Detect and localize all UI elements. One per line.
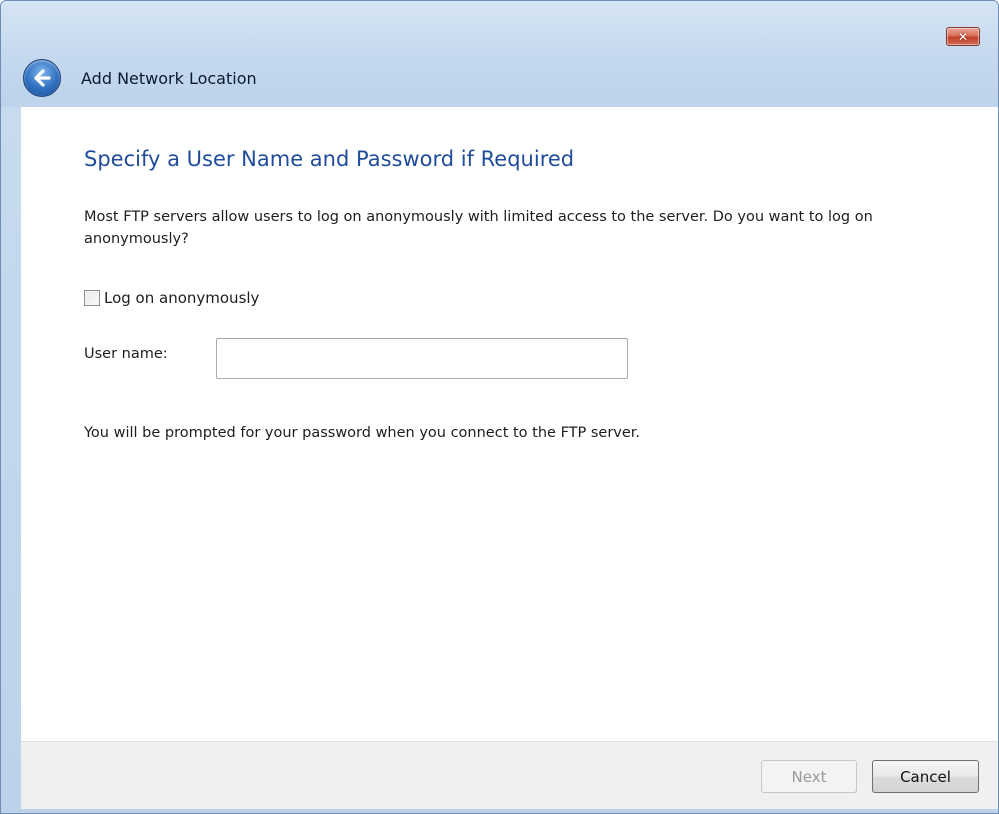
anonymous-checkbox-label[interactable]: Log on anonymously [104, 289, 259, 307]
dialog-window: ✕ Add Network Location Specify a User Na… [0, 0, 999, 814]
anonymous-checkbox-row[interactable]: Log on anonymously [84, 288, 259, 308]
username-label: User name: [84, 346, 168, 362]
wizard-content: Specify a User Name and Password if Requ… [21, 107, 998, 741]
window-title: Add Network Location [81, 69, 257, 88]
title-bar: ✕ Add Network Location [1, 1, 998, 107]
back-button[interactable] [23, 59, 61, 97]
password-note: You will be prompted for your password w… [84, 425, 641, 441]
description-text: Most FTP servers allow users to log on a… [84, 209, 873, 247]
username-input[interactable] [216, 338, 628, 379]
next-button[interactable]: Next [761, 760, 857, 793]
anonymous-checkbox[interactable] [84, 290, 100, 306]
button-bar: Next Cancel [21, 741, 998, 809]
back-arrow-icon [34, 69, 51, 87]
page-heading: Specify a User Name and Password if Requ… [84, 147, 575, 171]
close-button[interactable]: ✕ [946, 27, 980, 46]
cancel-button[interactable]: Cancel [872, 760, 979, 793]
close-icon: ✕ [957, 29, 969, 44]
